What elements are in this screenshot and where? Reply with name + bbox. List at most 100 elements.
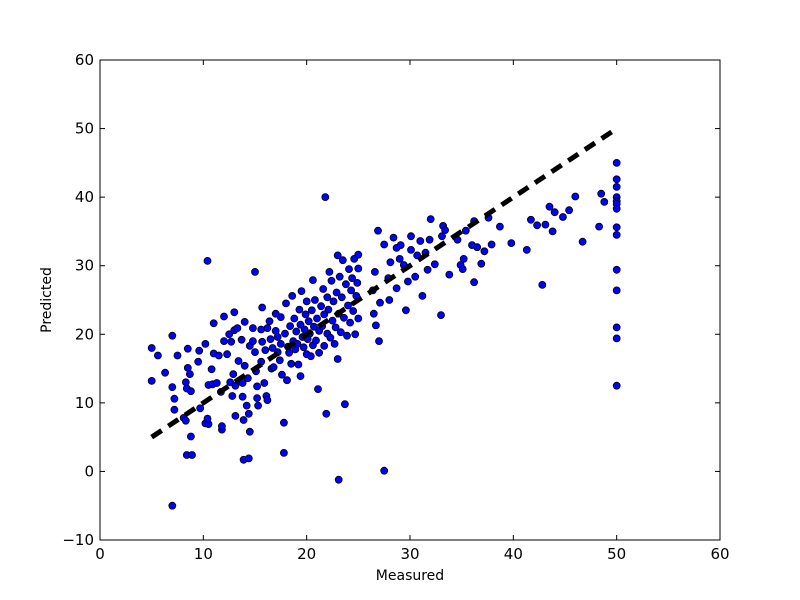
y-tick-label: 20 [75,325,94,343]
data-point [239,416,248,424]
data-point [320,341,329,350]
data-point [333,355,342,363]
data-point [595,222,603,231]
data-point [254,401,263,410]
data-point [370,267,379,276]
data-point [461,226,470,235]
data-point [194,357,203,366]
data-point [339,313,348,322]
data-point [324,305,333,314]
data-point [407,232,415,241]
data-point [375,337,383,346]
data-point [325,267,334,276]
data-point [220,312,228,321]
data-point [290,314,299,323]
data-point [335,272,344,281]
data-point [328,316,337,325]
data-point [295,305,304,314]
data-point [242,401,251,410]
data-point [207,365,216,374]
data-point [196,404,205,413]
data-point [477,259,486,268]
data-point [186,432,195,441]
data-point [240,361,249,370]
data-point [480,247,489,256]
data-point [277,370,286,379]
data-point [214,351,223,360]
data-point [612,381,621,390]
data-point [327,276,336,285]
data-point [188,451,196,459]
x-tick-label: 40 [504,545,523,563]
x-axis-label: Measured [376,568,444,584]
y-tick-label: 0 [84,462,94,480]
data-point [240,317,249,326]
data-point [292,327,301,336]
data-point [186,387,195,396]
data-point [220,337,228,346]
data-point [307,306,316,315]
data-point [233,324,242,333]
data-point [407,245,415,254]
data-point [147,344,156,352]
data-point [612,204,621,213]
data-point [369,309,378,318]
data-point [341,280,350,289]
data-point [548,227,557,236]
data-point [473,243,482,252]
data-point [411,272,420,281]
data-point [354,314,363,323]
x-tick-label: 20 [297,545,316,563]
data-point [173,351,182,360]
data-point [319,285,328,293]
data-point [329,297,338,306]
data-point [571,192,580,201]
data-point [263,396,272,405]
data-point [376,298,384,307]
data-point [279,448,288,457]
data-point [185,370,194,379]
data-point [441,226,450,235]
x-tick-label: 0 [95,545,105,563]
data-point [299,343,308,352]
data-point [286,322,295,331]
data-point [261,346,270,355]
data-point [217,422,226,431]
data-point [612,286,621,295]
data-point [147,376,156,385]
data-point [401,306,410,315]
y-tick-label: 50 [75,120,94,138]
data-point [386,258,395,267]
data-point [253,382,262,391]
data-point [527,215,535,224]
data-point [231,411,240,420]
x-tick-label: 10 [194,545,213,563]
data-point [533,221,541,230]
data-point [374,226,382,235]
scatter-chart: 0 10 20 30 40 50 60 −100102030405060 Measured … [0,0,800,600]
data-point [258,337,267,346]
y-tick-label: 60 [75,51,94,69]
data-point [248,337,257,346]
data-point [308,276,317,285]
data-point [195,346,204,355]
data-point [326,333,335,342]
data-point [276,339,285,348]
data-point [243,374,252,383]
data-point [238,392,247,401]
data-point [203,256,212,265]
data-point [385,296,394,304]
data-point [612,265,621,274]
data-point [161,368,170,377]
data-point [265,317,274,326]
data-point [403,277,412,286]
data-point [353,278,362,287]
data-point [392,284,401,293]
data-point [228,392,237,400]
data-point [212,379,221,387]
data-point [301,310,310,319]
data-point [209,319,218,328]
data-point [234,357,243,365]
data-point [244,409,253,418]
data-point [334,475,343,484]
